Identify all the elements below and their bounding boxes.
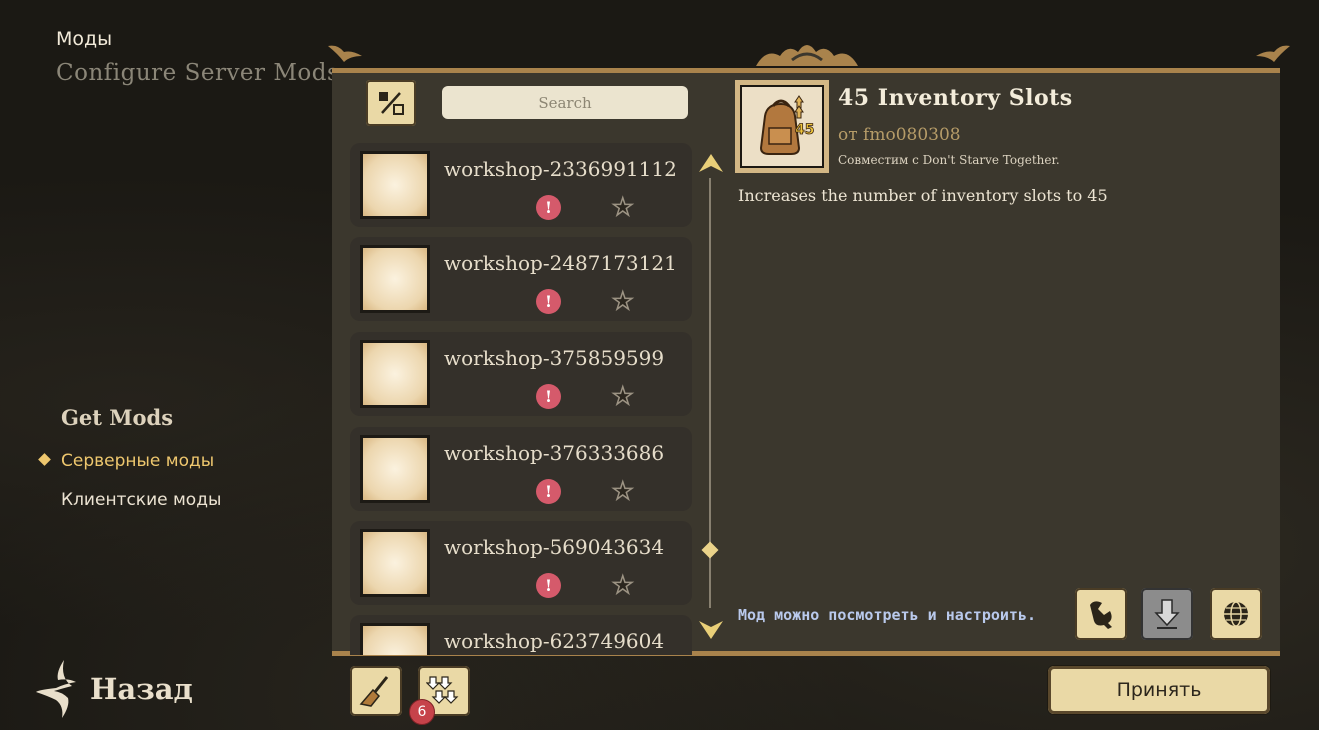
mod-author: от fmo080308 bbox=[838, 125, 961, 145]
mod-thumbnail bbox=[360, 529, 430, 597]
exclamation-icon: ! bbox=[536, 573, 561, 598]
exclamation-icon: ! bbox=[536, 195, 561, 220]
star-icon[interactable]: ★ bbox=[611, 286, 634, 316]
mod-description: Increases the number of inventory slots … bbox=[738, 186, 1108, 205]
mod-list-item[interactable]: workshop-376333686 ! ★ bbox=[350, 427, 692, 511]
configure-mod-button[interactable] bbox=[1075, 588, 1127, 640]
top-ornament-icon bbox=[756, 45, 858, 66]
backpack-icon: 45 bbox=[740, 85, 824, 168]
scroll-up-button[interactable] bbox=[697, 150, 725, 178]
update-count-badge: 6 bbox=[409, 699, 435, 725]
globe-icon bbox=[1224, 601, 1248, 627]
download-icon bbox=[1154, 599, 1180, 629]
mod-list-item[interactable]: workshop-623749604 bbox=[350, 615, 692, 655]
mod-icon-number: 45 bbox=[795, 122, 814, 138]
mod-thumbnail bbox=[360, 245, 430, 313]
accept-label: Принять bbox=[1116, 679, 1202, 701]
mod-name: workshop-623749604 bbox=[444, 629, 665, 653]
open-workshop-button[interactable] bbox=[1210, 588, 1262, 640]
chevron-up-icon bbox=[699, 154, 723, 172]
filter-button[interactable] bbox=[366, 80, 416, 126]
scroll-down-button[interactable] bbox=[697, 615, 725, 643]
page-title: Моды bbox=[56, 28, 113, 50]
exclamation-icon: ! bbox=[536, 479, 561, 504]
mod-thumbnail bbox=[360, 623, 430, 655]
mod-list-item[interactable]: workshop-2487173121 ! ★ bbox=[350, 237, 692, 321]
chevron-down-icon bbox=[699, 621, 723, 639]
exclamation-icon: ! bbox=[536, 384, 561, 409]
selected-bullet-icon bbox=[38, 453, 51, 466]
mod-compatibility: Совместим с Don't Starve Together. bbox=[838, 153, 1060, 167]
broom-icon bbox=[359, 676, 389, 707]
mod-icon-frame: 45 bbox=[735, 80, 829, 173]
cleanup-button[interactable] bbox=[350, 666, 402, 716]
mod-list-item[interactable]: workshop-2336991112 ! ★ bbox=[350, 143, 692, 227]
search-input[interactable] bbox=[442, 86, 688, 119]
page-subtitle: Configure Server Mods bbox=[56, 60, 340, 86]
mod-name: workshop-2336991112 bbox=[444, 157, 677, 181]
mod-title: 45 Inventory Slots bbox=[838, 85, 1073, 111]
mod-status-text: Мод можно посмотреть и настроить. bbox=[738, 606, 1037, 624]
accept-button[interactable]: Принять bbox=[1048, 666, 1270, 714]
exclamation-icon: ! bbox=[536, 289, 561, 314]
back-label: Назад bbox=[90, 672, 193, 706]
mod-thumbnail bbox=[360, 151, 430, 219]
mod-thumbnail bbox=[360, 435, 430, 503]
mod-name: workshop-569043634 bbox=[444, 535, 665, 559]
star-icon[interactable]: ★ bbox=[611, 381, 634, 411]
back-arrow-icon bbox=[36, 660, 76, 718]
wrench-icon bbox=[1090, 601, 1112, 629]
star-icon[interactable]: ★ bbox=[611, 570, 634, 600]
sidebar-item-client-mods[interactable]: Клиентские моды bbox=[61, 490, 221, 510]
sidebar-item-server-mods[interactable]: Серверные моды bbox=[61, 451, 214, 471]
sidebar-heading: Get Mods bbox=[61, 405, 174, 430]
mod-list-item[interactable]: workshop-569043634 ! ★ bbox=[350, 521, 692, 605]
mod-name: workshop-375859599 bbox=[444, 346, 665, 370]
mod-name: workshop-376333686 bbox=[444, 441, 665, 465]
mod-list-item[interactable]: workshop-375859599 ! ★ bbox=[350, 332, 692, 416]
star-icon[interactable]: ★ bbox=[611, 192, 634, 222]
mod-thumbnail bbox=[360, 340, 430, 408]
filter-icon bbox=[379, 92, 404, 115]
mod-name: workshop-2487173121 bbox=[444, 251, 677, 275]
back-button[interactable]: Назад bbox=[34, 658, 193, 720]
star-icon[interactable]: ★ bbox=[611, 476, 634, 506]
download-mod-button[interactable] bbox=[1141, 588, 1193, 640]
